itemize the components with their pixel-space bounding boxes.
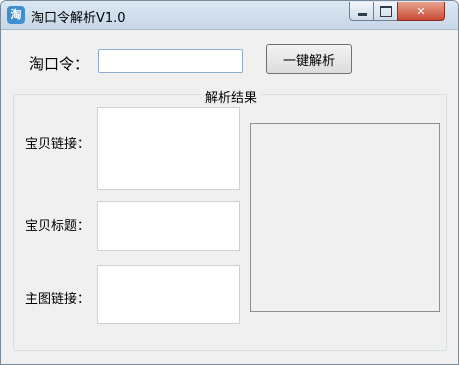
taobao-icon: 淘 (7, 6, 25, 24)
command-input[interactable] (98, 49, 243, 73)
close-icon: ✕ (416, 4, 426, 18)
maximize-button[interactable] (373, 2, 399, 21)
maximize-icon (380, 5, 392, 17)
minimize-icon (357, 13, 367, 16)
command-label: 淘口令： (29, 55, 90, 73)
item-link-field[interactable] (97, 107, 240, 190)
close-button[interactable]: ✕ (397, 2, 445, 21)
window-title: 淘口令解析V1.0 (31, 11, 126, 26)
item-title-field[interactable] (97, 201, 240, 251)
main-window: 淘 淘口令解析V1.0 ✕ 淘口令： 一键解析 解析结果 宝贝链接： 宝贝标题：… (0, 0, 459, 365)
image-preview (250, 123, 440, 312)
parse-button[interactable]: 一键解析 (266, 44, 352, 74)
item-title-label: 宝贝标题： (25, 219, 91, 234)
item-link-label: 宝贝链接： (25, 137, 91, 152)
main-image-label: 主图链接： (25, 292, 91, 307)
minimize-button[interactable] (349, 2, 375, 21)
results-title: 解析结果 (201, 87, 262, 106)
main-image-field[interactable] (97, 265, 240, 324)
